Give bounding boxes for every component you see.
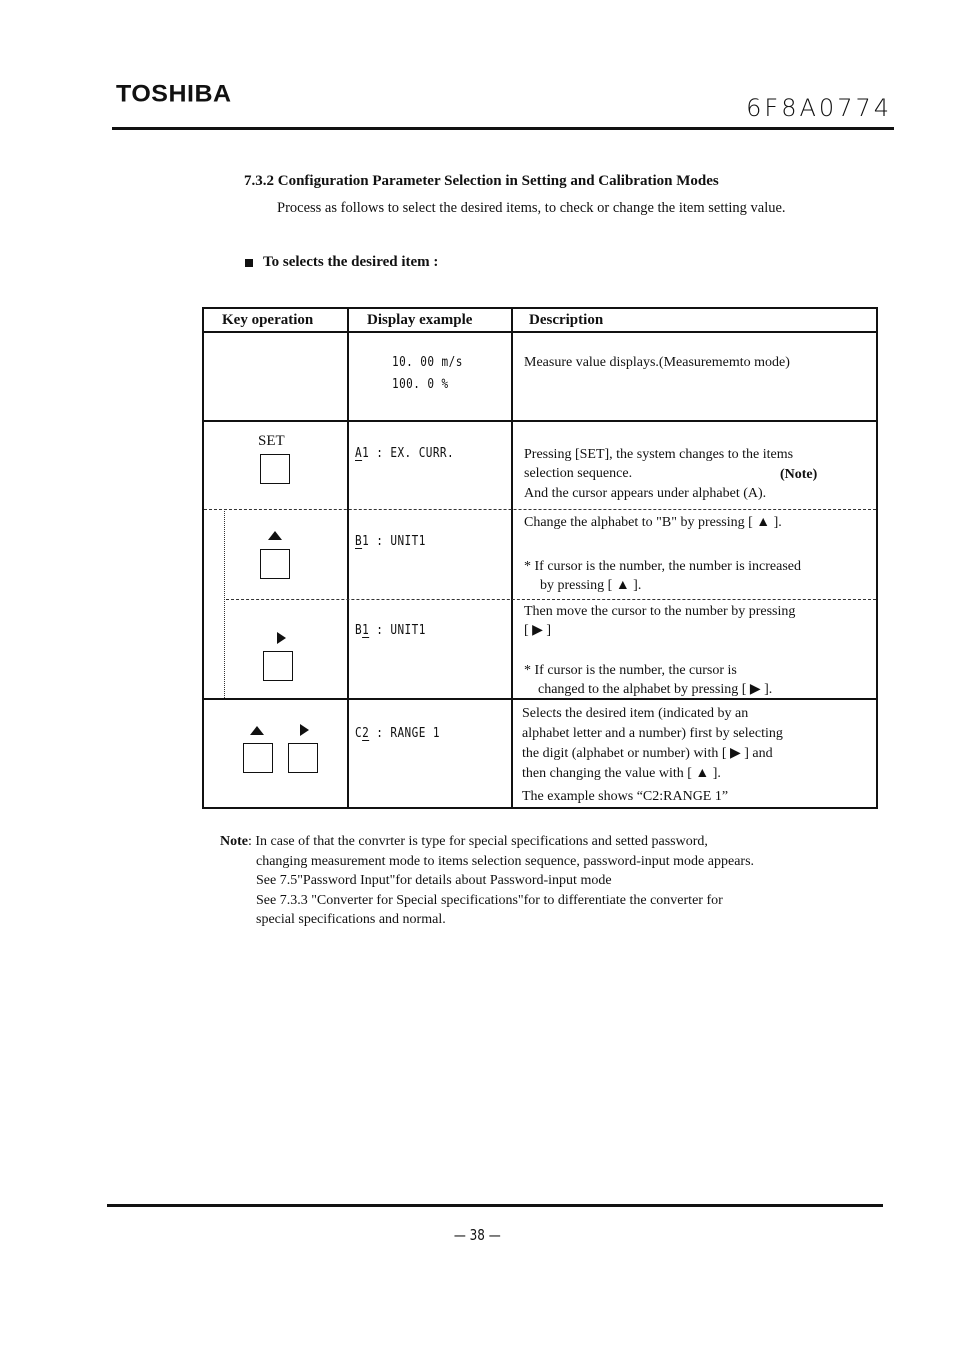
display-text: : RANGE 1 (369, 726, 440, 741)
document-number: 6F8A0774 (746, 94, 892, 122)
row-divider-1 (204, 420, 876, 422)
note-line: See 7.5"Password Input"for details about… (256, 873, 612, 889)
note-line: : In case of that the convrter is type f… (248, 834, 708, 849)
up-arrow-icon (268, 531, 282, 540)
note-line: special specifications and normal. (256, 912, 446, 928)
display-example-b1-alpha: B1 : UNIT1 (355, 531, 426, 553)
header-divider (112, 127, 894, 130)
description-right-line-2: [ ▶ ] (524, 623, 552, 638)
column-divider-1 (347, 309, 349, 807)
header-key-operation: Key operation (222, 312, 314, 328)
description-right-asterisk-2: changed to the alphabet by pressing [ ▶ … (538, 682, 773, 697)
group-dotted-bracket (224, 509, 225, 698)
display-example-measure-line-2: 100. 0 % (392, 377, 449, 392)
description-combo-line-5: The example shows “C2:RANGE 1” (522, 789, 729, 804)
section-intro: Process as follows to select the desired… (277, 200, 786, 216)
up-key-button[interactable] (260, 549, 290, 579)
right-key-button[interactable] (288, 743, 318, 773)
description-up-asterisk-2: by pressing [ ▲ ]. (540, 578, 642, 593)
description-combo-line-1: Selects the desired item (indicated by a… (522, 706, 749, 721)
description-measure: Measure value displays.(Measurememto mod… (524, 355, 790, 370)
display-example-measure-line-1: 10. 00 m/s (392, 355, 463, 370)
header-display-example: Display example (367, 312, 473, 328)
bullet-heading: To selects the desired item : (245, 254, 438, 271)
set-key-label: SET (258, 433, 285, 449)
description-combo-line-2: alphabet letter and a number) first by s… (522, 726, 783, 741)
description-right-line-1: Then move the cursor to the number by pr… (524, 604, 796, 619)
right-arrow-icon (300, 724, 309, 736)
display-text: 1 : EX. CURR. (362, 446, 455, 461)
section-title: 7.3.2 Configuration Parameter Selection … (244, 173, 719, 189)
note-line: See 7.3.3 "Converter for Special specifi… (256, 892, 723, 908)
display-example-c2: C2 : RANGE 1 (355, 723, 440, 745)
description-set-line-3: And the cursor appears under alphabet (A… (524, 486, 767, 501)
description-combo-line-3: the digit (alphabet or number) with [ ▶ … (522, 746, 773, 761)
description-set-line-1: Pressing [SET], the system changes to th… (524, 447, 794, 462)
column-divider-2 (511, 309, 513, 807)
row-dashed-divider-2 (204, 509, 876, 510)
header-description: Description (529, 312, 604, 328)
note-first-line: Note: In case of that the convrter is ty… (220, 832, 880, 852)
display-example-b1-number: B1 : UNIT1 (355, 620, 426, 642)
display-text: 1 : UNIT1 (362, 534, 426, 549)
row-dashed-divider-3 (226, 599, 876, 600)
bullet-heading-text: To selects the desired item : (263, 254, 439, 270)
display-text: : UNIT1 (369, 623, 426, 638)
header-brand-logo: TOSHIBA (116, 80, 232, 108)
description-combo-line-4: then changing the value with [ ▲ ]. (522, 766, 721, 781)
page-number: — 38 — (0, 1226, 954, 1244)
note-line: changing measurement mode to items selec… (256, 853, 755, 869)
note-label: Note (220, 834, 248, 849)
cursor-char: 2 (362, 726, 370, 741)
display-example-a1: A1 : EX. CURR. (355, 443, 454, 465)
bullet-square-icon (245, 258, 253, 267)
description-up-line-1: Change the alphabet to "B" by pressing [… (524, 515, 782, 530)
right-arrow-icon (277, 632, 286, 644)
note-block: Note: In case of that the convrter is ty… (220, 832, 880, 930)
description-set-line-2: selection sequence. (524, 466, 633, 481)
up-key-button[interactable] (243, 743, 273, 773)
up-arrow-icon (250, 726, 264, 735)
description-right-asterisk-1: * If cursor is the number, the cursor is (524, 663, 737, 678)
set-key-button[interactable] (260, 454, 290, 484)
right-key-button[interactable] (263, 651, 293, 681)
footer-divider (107, 1204, 883, 1207)
description-up-asterisk-1: * If cursor is the number, the number is… (524, 559, 802, 574)
description-set-note-tag: (Note) (780, 467, 818, 482)
page-number-text: — 38 — (453, 1226, 501, 1244)
cursor-char: 1 (362, 623, 370, 638)
key-operation-table: Key operation Display example Descriptio… (202, 307, 878, 809)
